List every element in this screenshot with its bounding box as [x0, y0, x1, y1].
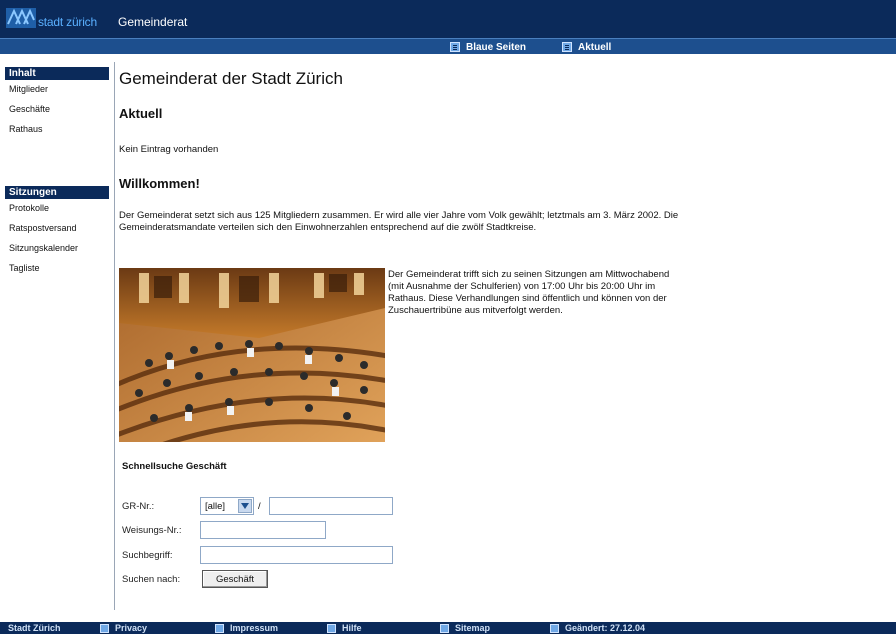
sidebar-item-tagliste[interactable]: Tagliste: [5, 259, 109, 279]
sitemap-icon: [440, 623, 449, 633]
changed-date-label: Geändert: 27.12.04: [565, 623, 646, 633]
quick-search-title: Schnellsuche Geschäft: [122, 461, 227, 472]
weisungs-nr-label: Weisungs-Nr.:: [122, 525, 182, 536]
page-icon: [450, 42, 460, 52]
footer-privacy-link[interactable]: Privacy: [100, 622, 147, 634]
site-footer: Stadt Zürich Privacy Impressum Hilfe Sit…: [0, 622, 896, 634]
gr-nr-select[interactable]: [alle]: [200, 497, 254, 515]
divider: [114, 62, 115, 610]
sidebar-item-rathaus[interactable]: Rathaus: [5, 120, 109, 140]
sidebar: Inhalt Mitglieder Geschäfte Rathaus Sitz…: [5, 67, 109, 279]
footer-label: Sitemap: [455, 623, 491, 633]
subnav-blaue-seiten[interactable]: Blaue Seiten: [450, 40, 526, 54]
help-icon: [327, 623, 336, 633]
intro-paragraph: Der Gemeinderat setzt sich aus 125 Mitgl…: [119, 210, 679, 233]
session-info-text: Der Gemeinderat trifft sich zu seinen Si…: [388, 269, 670, 316]
gr-nr-input[interactable]: [269, 497, 393, 515]
site-name[interactable]: Gemeinderat: [118, 15, 187, 29]
footer-home-link[interactable]: Stadt Zürich: [8, 622, 61, 634]
page-icon: [562, 42, 572, 52]
footer-impressum-link[interactable]: Impressum: [215, 622, 278, 634]
welcome-heading: Willkommen!: [119, 176, 200, 191]
sidebar-item-protokolle[interactable]: Protokolle: [5, 199, 109, 219]
sidebar-item-geschaefte[interactable]: Geschäfte: [5, 100, 109, 120]
aktuell-text: Kein Eintrag vorhanden: [119, 144, 219, 155]
aktuell-heading: Aktuell: [119, 106, 163, 121]
impressum-icon: [215, 623, 224, 633]
brand-name[interactable]: stadt zürich: [38, 15, 97, 29]
gr-nr-label: GR-Nr.:: [122, 501, 155, 512]
council-chamber-image: [119, 268, 385, 442]
footer-label: Impressum: [230, 623, 279, 633]
subnav-aktuell[interactable]: Aktuell: [562, 40, 611, 54]
sidebar-item-sitzungskalender[interactable]: Sitzungskalender: [5, 239, 109, 259]
gr-nr-select-value: [alle]: [205, 501, 226, 512]
sidebar-item-ratspostversand[interactable]: Ratspostversand: [5, 219, 109, 239]
suchbegriff-label: Suchbegriff:: [122, 550, 173, 561]
suchen-nach-label: Suchen nach:: [122, 574, 181, 585]
footer-sitemap-link[interactable]: Sitemap: [440, 622, 490, 634]
weisungs-nr-input[interactable]: [200, 521, 326, 539]
footer-changed-date: Geändert: 27.12.04: [550, 622, 645, 634]
calendar-icon: [550, 623, 559, 633]
sub-navigation: Blaue Seiten Aktuell: [0, 38, 896, 54]
page-title: Gemeinderat der Stadt Zürich: [119, 69, 343, 88]
privacy-icon: [100, 623, 109, 633]
subnav-label: Blaue Seiten: [466, 41, 527, 53]
sidebar-item-mitglieder[interactable]: Mitglieder: [5, 80, 109, 100]
council-chamber-photo: [119, 268, 385, 442]
footer-label: Hilfe: [342, 623, 362, 633]
gr-nr-separator: /: [258, 501, 261, 512]
sidebar-heading-inhalt: Inhalt: [5, 67, 109, 80]
footer-label: Privacy: [115, 623, 148, 633]
footer-hilfe-link[interactable]: Hilfe: [327, 622, 362, 634]
search-geschaeft-button[interactable]: Geschäft: [202, 570, 268, 588]
site-header: stadt zürich Gemeinderat: [0, 0, 896, 38]
chevron-down-icon[interactable]: [238, 499, 252, 513]
suchbegriff-input[interactable]: [200, 546, 393, 564]
sidebar-heading-sitzungen: Sitzungen: [5, 186, 109, 199]
stadt-zuerich-logo-icon[interactable]: [6, 8, 36, 28]
subnav-label: Aktuell: [578, 41, 612, 53]
footer-home-label: Stadt Zürich: [8, 623, 61, 633]
